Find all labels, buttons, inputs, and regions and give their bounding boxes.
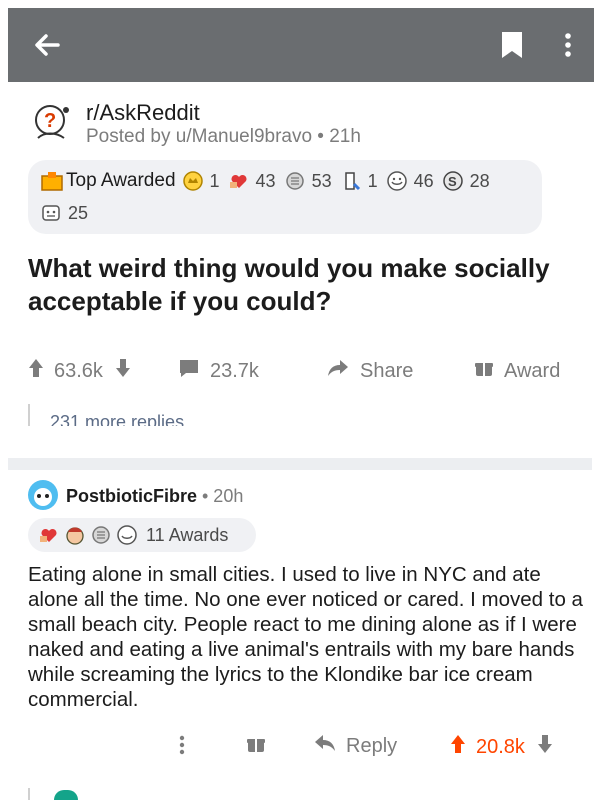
more-vertical-icon[interactable] — [556, 30, 580, 60]
back-arrow-icon[interactable] — [32, 30, 62, 60]
helpful-award-icon — [40, 202, 62, 224]
award-item: 1 — [340, 170, 378, 192]
upvote-count: 63.6k — [54, 359, 103, 382]
post-title: What weird thing would you make socially… — [28, 253, 550, 316]
comment-header: PostbioticFibre • 20h — [26, 478, 586, 518]
reply-label: Reply — [346, 734, 398, 757]
award-count: 53 — [311, 170, 332, 191]
award-item: 53 — [284, 170, 332, 192]
awards-row: 25 — [40, 202, 96, 224]
comment-more-icon[interactable] — [178, 734, 186, 756]
comment-time: • 20h — [202, 486, 244, 506]
gift-icon — [246, 734, 266, 760]
post-awards[interactable]: Top Awarded 1 43 53 1 46 S 28 25 — [28, 160, 542, 234]
subreddit-name[interactable]: r/AskReddit — [86, 100, 200, 126]
award-count: 28 — [469, 170, 490, 191]
heart-hands-award-icon — [38, 524, 60, 546]
more-replies-label: 231 more replies — [50, 412, 185, 426]
award-item: 1 — [182, 170, 220, 192]
upvote-icon[interactable] — [450, 734, 466, 760]
award-count: 25 — [68, 202, 89, 223]
comment-action-bar: Reply 20.8k — [28, 728, 588, 764]
thread-line — [28, 788, 30, 800]
comment-body: Eating alone in small cities. I used to … — [28, 563, 583, 711]
next-comment-avatar — [54, 790, 78, 800]
rocket-award-icon — [340, 170, 362, 192]
take-my-energy-award-icon: S — [442, 170, 464, 192]
award-count: 1 — [367, 170, 378, 191]
comment-award-button[interactable] — [246, 734, 266, 760]
face-award-icon — [64, 524, 86, 546]
comments-button[interactable]: 23.7k — [178, 358, 259, 384]
reply-button[interactable]: Reply — [314, 734, 397, 758]
comment-count: 23.7k — [210, 359, 259, 382]
award-count: 46 — [413, 170, 434, 191]
top-awarded-label: Top Awarded — [66, 170, 176, 191]
avatar[interactable] — [26, 478, 60, 512]
share-label: Share — [360, 359, 414, 382]
award-count: 43 — [255, 170, 276, 191]
subreddit-icon[interactable]: ? — [30, 100, 76, 146]
silver-award-icon — [284, 170, 306, 192]
wholesome-award-icon — [386, 170, 408, 192]
thread-line — [28, 404, 30, 426]
crown-award-icon — [182, 170, 204, 192]
comment-username[interactable]: PostbioticFibre — [66, 486, 197, 507]
award-label: Award — [504, 359, 561, 382]
award-item: 46 — [386, 170, 434, 192]
bookmark-icon[interactable] — [498, 30, 526, 60]
gift-icon — [474, 358, 504, 384]
downvote-icon[interactable] — [115, 358, 141, 384]
post-action-bar: 63.6k 23.7k Share Award — [28, 354, 588, 390]
silver-award-icon — [90, 524, 112, 546]
section-divider — [8, 458, 592, 470]
reply-icon — [314, 734, 336, 758]
comment-awards[interactable]: 11 Awards — [28, 518, 256, 552]
post-header: ? r/AskReddit Posted by u/Manuel9bravo •… — [30, 96, 590, 156]
award-item: S 28 — [442, 170, 490, 192]
upvote-icon[interactable] — [28, 358, 54, 384]
comment-icon — [178, 358, 210, 384]
award-item: 25 — [40, 202, 88, 224]
award-button[interactable]: Award — [474, 358, 560, 384]
comment-vote-group: 20.8k — [450, 734, 553, 760]
vote-group: 63.6k — [28, 358, 141, 384]
svg-text:?: ? — [44, 110, 56, 132]
comment-awards-count: 11 Awards — [146, 524, 229, 545]
share-icon — [326, 358, 360, 384]
wholesome-award-icon — [116, 524, 138, 546]
svg-text:S: S — [448, 174, 457, 189]
heart-hands-award-icon — [228, 170, 250, 192]
more-replies-link[interactable]: 231 more replies — [28, 404, 568, 426]
top-awarded-icon — [40, 170, 63, 192]
top-app-bar — [8, 8, 594, 82]
downvote-icon[interactable] — [537, 734, 553, 760]
award-count: 1 — [209, 170, 220, 191]
posted-by: Posted by u/Manuel9bravo • 21h — [86, 126, 361, 147]
comment-score: 20.8k — [476, 735, 525, 758]
awards-row: Top Awarded 1 43 53 1 46 S 28 — [40, 170, 498, 192]
award-item: 43 — [228, 170, 276, 192]
share-button[interactable]: Share — [326, 358, 413, 384]
